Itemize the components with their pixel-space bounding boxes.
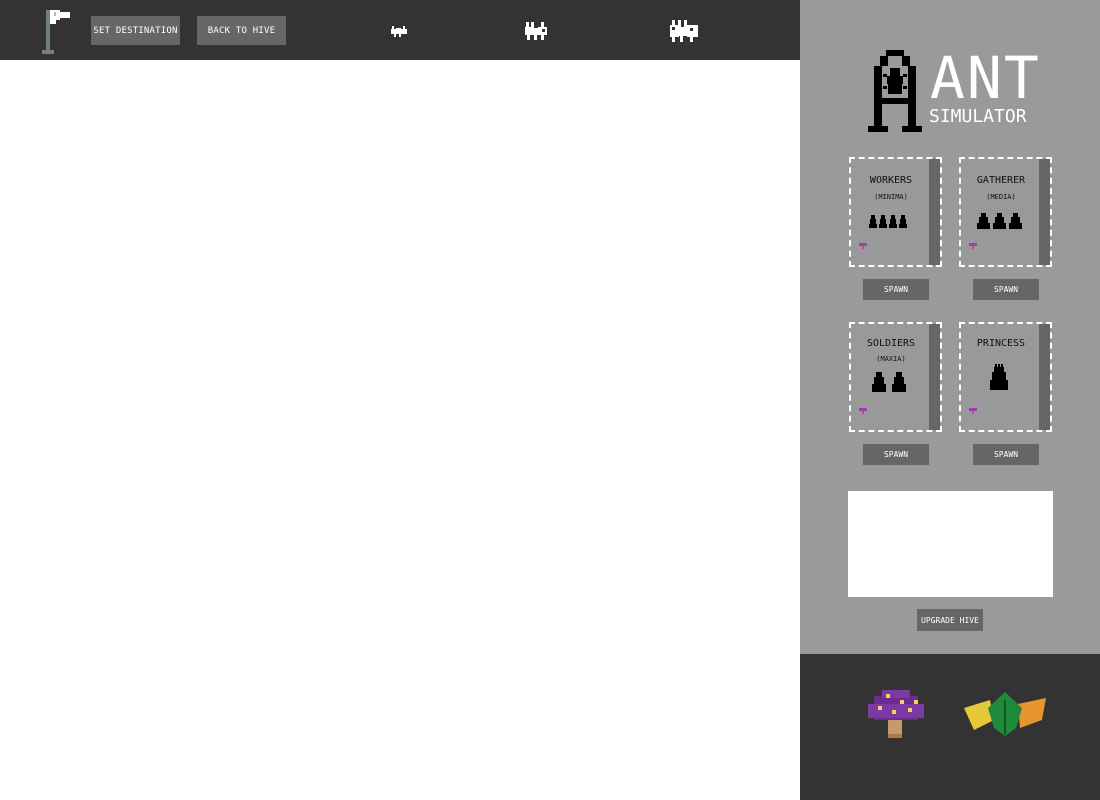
game-logo: ANT SIMULATOR (868, 44, 1039, 134)
logo-subtitle: SIMULATOR (929, 106, 1027, 127)
food-cost-icon (969, 408, 977, 414)
food-cost-icon (859, 408, 867, 414)
ant-large-icon[interactable] (668, 18, 702, 44)
gatherer-ants-icon (977, 213, 1022, 229)
ant-small-icon[interactable] (388, 18, 410, 44)
unit-title: SOLDIERS (866, 338, 916, 349)
spawn-gatherer-button[interactable]: SPAWN (973, 279, 1039, 300)
food-cost-icon (859, 243, 867, 249)
unit-subtitle: (MINIMA) (874, 193, 908, 201)
flag-icon[interactable] (40, 8, 74, 56)
spawn-soldiers-button[interactable]: SPAWN (863, 444, 929, 465)
unit-card-princess: PRINCESS (959, 322, 1052, 432)
food-cost-icon (969, 243, 977, 249)
info-panel (848, 491, 1053, 597)
worker-ants-icon (869, 215, 907, 228)
princess-ant-icon (990, 364, 1008, 390)
back-to-hive-button[interactable]: BACK TO HIVE (197, 16, 286, 45)
upgrade-hive-button[interactable]: UPGRADE HIVE (917, 609, 983, 631)
ant-medium-icon[interactable] (523, 18, 551, 44)
game-map[interactable] (0, 60, 800, 800)
ant-logo-icon (868, 50, 922, 132)
unit-card-gatherer: GATHERER (MEDIA) (959, 157, 1052, 267)
toolbar: SET DESTINATION BACK TO HIVE (0, 0, 800, 60)
set-destination-button[interactable]: SET DESTINATION (91, 16, 180, 45)
unit-subtitle: (MEDIA) (986, 193, 1016, 201)
soldier-ants-icon (872, 372, 906, 392)
unit-card-workers: WORKERS (MINIMA) (849, 157, 942, 267)
unit-subtitle: (MAXIA) (876, 355, 906, 363)
resource-panel (800, 654, 1100, 800)
mushroom-icon[interactable] (864, 686, 928, 742)
spawn-princess-button[interactable]: SPAWN (973, 444, 1039, 465)
unit-title: WORKERS (869, 175, 913, 186)
sidebar: ANT SIMULATOR WORKERS (MINIMA) SPAWN GAT… (800, 0, 1100, 654)
logo-title: ANT (930, 44, 1041, 112)
unit-title: GATHERER (976, 175, 1026, 186)
unit-card-soldiers: SOLDIERS (MAXIA) (849, 322, 942, 432)
leaves-icon[interactable] (962, 690, 1048, 738)
spawn-workers-button[interactable]: SPAWN (863, 279, 929, 300)
unit-title: PRINCESS (976, 338, 1026, 349)
